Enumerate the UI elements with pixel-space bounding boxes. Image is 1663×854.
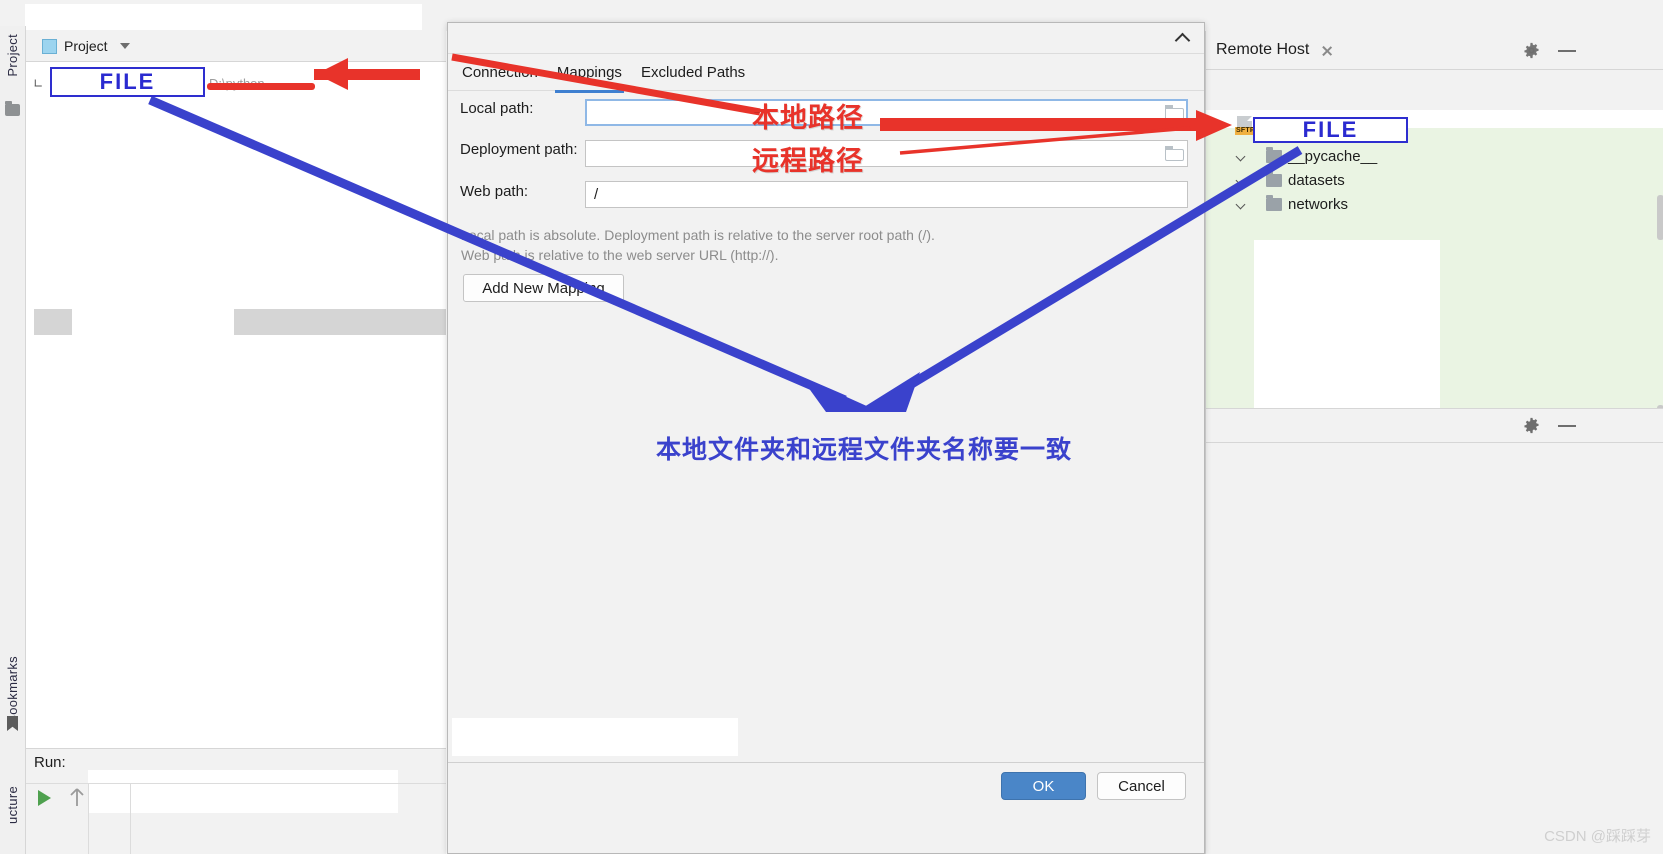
tab-excluded-paths[interactable]: Excluded Paths xyxy=(639,61,747,84)
chevron-up-icon[interactable] xyxy=(1174,32,1190,43)
minimize-icon[interactable] xyxy=(1558,50,1576,52)
remote-tree-row-datasets[interactable]: datasets xyxy=(1236,169,1345,191)
remote-tree-row-networks[interactable]: networks xyxy=(1236,193,1348,215)
project-tree: D:\python xyxy=(26,62,654,748)
tab-mappings[interactable]: Mappings xyxy=(554,61,624,93)
sftp-icon: SFTP xyxy=(1235,115,1256,135)
local-path-label: Local path: xyxy=(460,100,534,117)
remote-host-lower-pane xyxy=(1206,408,1663,854)
local-path-input[interactable] xyxy=(585,99,1188,126)
rail-label-bookmarks[interactable]: Bookmarks xyxy=(5,656,20,724)
screen-root: Project Bookmarks ucture Project D:\pyth… xyxy=(0,0,1663,854)
annotation-folder-match-cn: 本地文件夹和远程文件夹名称要一致 xyxy=(656,436,1073,464)
tab-connection[interactable]: Connection xyxy=(460,61,540,84)
run-label: Run: xyxy=(34,754,66,771)
remote-host-title: Remote Host xyxy=(1216,41,1310,58)
annotation-remote-path-cn: 远程路径 xyxy=(752,146,864,176)
placeholder-block-a xyxy=(34,309,72,335)
folder-icon xyxy=(5,101,20,116)
folder-icon xyxy=(1266,146,1282,163)
deployment-path-label: Deployment path: xyxy=(460,141,578,158)
project-panel-header: Project xyxy=(26,31,446,62)
folder-browse-icon[interactable] xyxy=(1165,146,1184,161)
folder-icon xyxy=(1266,170,1282,187)
chevron-right-icon[interactable] xyxy=(1236,199,1246,209)
run-toolbar xyxy=(26,783,446,854)
chevron-right-icon[interactable] xyxy=(1236,151,1246,161)
remote-host-header: Remote Host xyxy=(1206,31,1663,70)
add-new-mapping-button[interactable]: Add New Mapping xyxy=(463,274,624,302)
web-path-label: Web path: xyxy=(460,183,529,200)
annotation-local-path-cn: 本地路径 xyxy=(752,103,864,133)
chevron-right-icon[interactable] xyxy=(1236,175,1246,185)
project-icon xyxy=(42,38,57,54)
project-path-hint: D:\python xyxy=(209,75,265,91)
remote-host-panel: Remote Host SFTP __pycache__ datasets ne… xyxy=(1205,31,1663,854)
remote-host-lower-toolbar xyxy=(1206,409,1663,443)
remote-tree-label: __pycache__ xyxy=(1288,147,1378,165)
ok-button[interactable]: OK xyxy=(1001,772,1086,800)
dialog-bottom-white-box xyxy=(452,718,738,756)
hint-line-2: Web path is relative to the web server U… xyxy=(461,247,779,263)
field-row-deployment-path: Deployment path: xyxy=(460,141,585,158)
remote-host-toolbar: SFTP _ xyxy=(1206,70,1663,146)
dialog-titlebar xyxy=(448,23,1204,54)
arrow-up-icon[interactable] xyxy=(68,786,86,808)
annotation-box-remote-file: FILE xyxy=(1253,117,1408,143)
chevron-expanded-icon[interactable] xyxy=(1212,118,1226,132)
project-panel-title: Project xyxy=(64,38,108,54)
remote-tree-row-pycache[interactable]: __pycache__ xyxy=(1236,145,1377,167)
remote-host-tree: SFTP __pycache__ datasets networks xyxy=(1206,110,1663,450)
rail-label-project[interactable]: Project xyxy=(5,34,20,77)
folder-browse-icon[interactable] xyxy=(1165,105,1184,120)
ide-left-rail: Project Bookmarks ucture xyxy=(0,26,26,854)
field-row-local-path: Local path: xyxy=(460,100,585,117)
minimize-icon[interactable] xyxy=(1558,425,1576,427)
web-path-input[interactable]: / xyxy=(585,181,1188,208)
cancel-button[interactable]: Cancel xyxy=(1097,772,1186,800)
watermark: CSDN @踩踩芽 xyxy=(1544,828,1651,845)
remote-tree-label: datasets xyxy=(1288,171,1345,189)
chevron-down-icon[interactable] xyxy=(119,43,130,49)
bookmark-icon xyxy=(7,716,22,731)
tree-scrollbar-top[interactable] xyxy=(1657,195,1663,240)
gear-icon[interactable] xyxy=(1523,42,1540,59)
gear-icon[interactable] xyxy=(1523,417,1540,434)
dialog-tabs: Connection Mappings Excluded Paths xyxy=(448,55,1204,93)
annotation-box-local-file: FILE xyxy=(50,67,205,97)
run-play-icon[interactable] xyxy=(38,790,51,806)
deployment-path-input[interactable] xyxy=(585,140,1188,167)
folder-icon xyxy=(1266,194,1282,211)
chevron-expanded-icon[interactable] xyxy=(32,76,46,90)
tree-white-overlay xyxy=(1254,240,1440,420)
close-icon[interactable] xyxy=(1319,43,1334,58)
ide-top-white-area xyxy=(25,4,422,30)
dialog-footer xyxy=(448,762,1204,831)
run-separator-1 xyxy=(88,783,89,854)
remote-tree-label: networks xyxy=(1288,195,1349,213)
rail-label-structure[interactable]: ucture xyxy=(5,786,20,824)
field-row-web-path: Web path: xyxy=(460,183,585,200)
run-separator-2 xyxy=(130,783,131,854)
hint-line-1: Local path is absolute. Deployment path … xyxy=(461,227,935,243)
